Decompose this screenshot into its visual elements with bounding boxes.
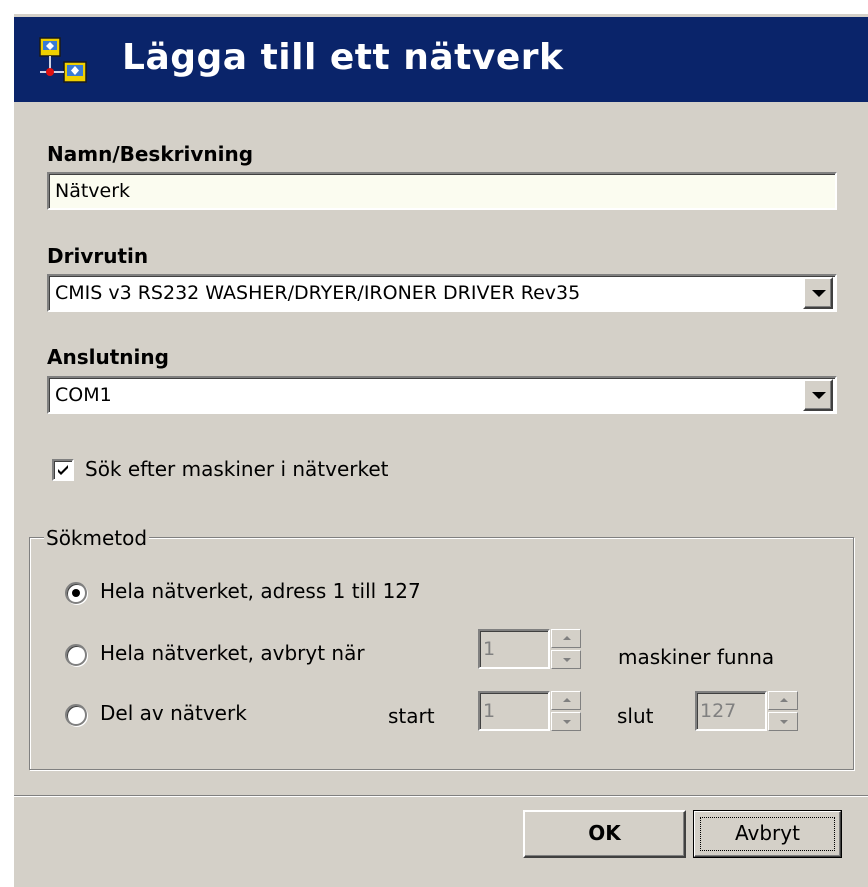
spin-up-button[interactable] — [551, 691, 581, 710]
spin-down-button[interactable] — [551, 712, 581, 731]
start-address-spinner[interactable] — [551, 691, 581, 731]
connection-select-value: COM1 — [55, 384, 112, 406]
radio-part-network-label: Del av nätverk — [100, 701, 247, 725]
dialog-header: Lägga till ett nätverk — [14, 14, 868, 102]
connection-label: Anslutning — [47, 345, 169, 369]
radio-part-network[interactable] — [65, 704, 87, 726]
arrow-up-icon — [563, 636, 571, 640]
spin-up-button[interactable] — [768, 691, 798, 710]
spin-down-button[interactable] — [768, 712, 798, 731]
end-address-input[interactable]: 127 — [695, 691, 767, 731]
radio-all-network[interactable] — [65, 582, 87, 604]
driver-dropdown-button[interactable] — [803, 277, 833, 309]
search-method-title: Sökmetod — [44, 526, 150, 550]
connection-dropdown-button[interactable] — [803, 379, 833, 411]
button-separator — [14, 795, 868, 797]
driver-label: Drivrutin — [47, 244, 149, 268]
name-input[interactable]: Nätverk — [47, 172, 837, 210]
add-network-dialog: Lägga till ett nätverk Namn/Beskrivning … — [13, 13, 868, 887]
radio-all-network-label: Hela nätverket, adress 1 till 127 — [100, 579, 421, 603]
arrow-down-icon — [780, 720, 788, 724]
driver-select[interactable]: CMIS v3 RS232 WASHER/DRYER/IRONER DRIVER… — [47, 274, 837, 312]
end-address-spinner[interactable] — [768, 691, 798, 731]
start-label: start — [388, 704, 435, 728]
spin-down-button[interactable] — [551, 650, 581, 669]
driver-select-value: CMIS v3 RS232 WASHER/DRYER/IRONER DRIVER… — [55, 282, 581, 304]
spin-up-button[interactable] — [551, 629, 581, 648]
start-address-input[interactable]: 1 — [478, 691, 550, 731]
machines-found-label: maskiner funna — [618, 645, 775, 669]
focus-indicator — [700, 817, 835, 851]
machines-found-input[interactable]: 1 — [478, 629, 550, 669]
arrow-down-icon — [563, 658, 571, 662]
chevron-down-icon — [812, 392, 826, 399]
dialog-title: Lägga till ett nätverk — [122, 37, 564, 78]
arrow-up-icon — [563, 698, 571, 702]
name-label: Namn/Beskrivning — [47, 142, 254, 166]
ok-button[interactable]: OK — [523, 810, 686, 858]
machines-found-spinner[interactable] — [551, 629, 581, 669]
arrow-down-icon — [563, 720, 571, 724]
connection-select[interactable]: COM1 — [47, 376, 837, 414]
chevron-down-icon — [812, 290, 826, 297]
arrow-up-icon — [780, 698, 788, 702]
checkmark-icon — [58, 465, 68, 475]
radio-stop-after[interactable] — [65, 644, 87, 666]
cancel-button[interactable]: Avbryt — [693, 810, 842, 858]
search-network-label: Sök efter maskiner i nätverket — [85, 457, 389, 481]
search-network-checkbox[interactable] — [52, 459, 74, 481]
radio-selected-dot — [72, 589, 80, 597]
radio-stop-after-label: Hela nätverket, avbryt när — [100, 641, 365, 665]
end-label: slut — [617, 704, 654, 728]
network-icon — [39, 37, 87, 83]
